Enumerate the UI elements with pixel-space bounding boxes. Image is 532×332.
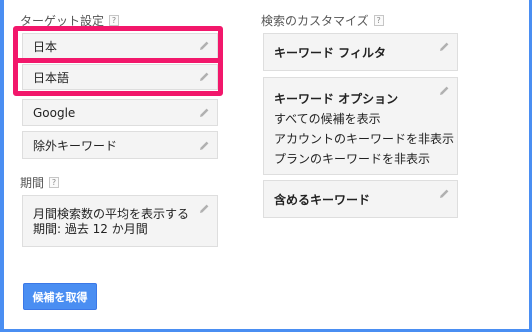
customize-heading: 検索のカスタマイズ ?	[261, 12, 384, 29]
help-icon[interactable]: ?	[373, 15, 384, 26]
frame-border-left	[0, 0, 4, 332]
pencil-icon[interactable]	[198, 203, 210, 215]
period-heading-label: 期間	[20, 176, 45, 190]
pencil-icon[interactable]	[438, 188, 450, 200]
period-line-2: 期間: 過去 12 か月間	[33, 222, 148, 236]
pencil-icon[interactable]	[198, 140, 210, 152]
target-network-label: Google	[33, 105, 76, 120]
target-network-card[interactable]: Google	[22, 99, 218, 126]
include-keywords-label: 含めるキーワード	[274, 192, 371, 207]
keyword-filter-card[interactable]: キーワード フィルタ	[263, 33, 458, 71]
include-keywords-card[interactable]: 含めるキーワード	[263, 180, 458, 218]
keyword-options-card[interactable]: キーワード オプション すべての候補を表示 アカウントのキーワードを非表示 プラ…	[263, 77, 458, 175]
help-icon[interactable]: ?	[109, 15, 120, 26]
customize-heading-label: 検索のカスタマイズ	[261, 14, 369, 28]
pencil-icon[interactable]	[438, 41, 450, 53]
negative-keywords-card[interactable]: 除外キーワード	[22, 131, 218, 159]
option-hide-plan-keywords: プランのキーワードを非表示	[274, 152, 431, 166]
help-icon[interactable]: ?	[49, 177, 60, 188]
highlight-box-language	[13, 58, 223, 96]
keyword-options-title: キーワード オプション	[274, 92, 399, 106]
period-line-1: 月間検索数の平均を表示する	[33, 207, 190, 221]
period-heading: 期間 ?	[20, 174, 60, 191]
get-ideas-button[interactable]: 候補を取得	[23, 283, 97, 310]
negative-keywords-label: 除外キーワード	[33, 138, 118, 153]
pencil-icon[interactable]	[198, 107, 210, 119]
period-card[interactable]: 月間検索数の平均を表示する 期間: 過去 12 か月間	[22, 195, 218, 247]
option-hide-account-keywords: アカウントのキーワードを非表示	[274, 132, 455, 146]
keyword-filter-label: キーワード フィルタ	[274, 45, 386, 60]
option-show-all: すべての候補を表示	[274, 112, 381, 126]
pencil-icon[interactable]	[438, 85, 450, 97]
